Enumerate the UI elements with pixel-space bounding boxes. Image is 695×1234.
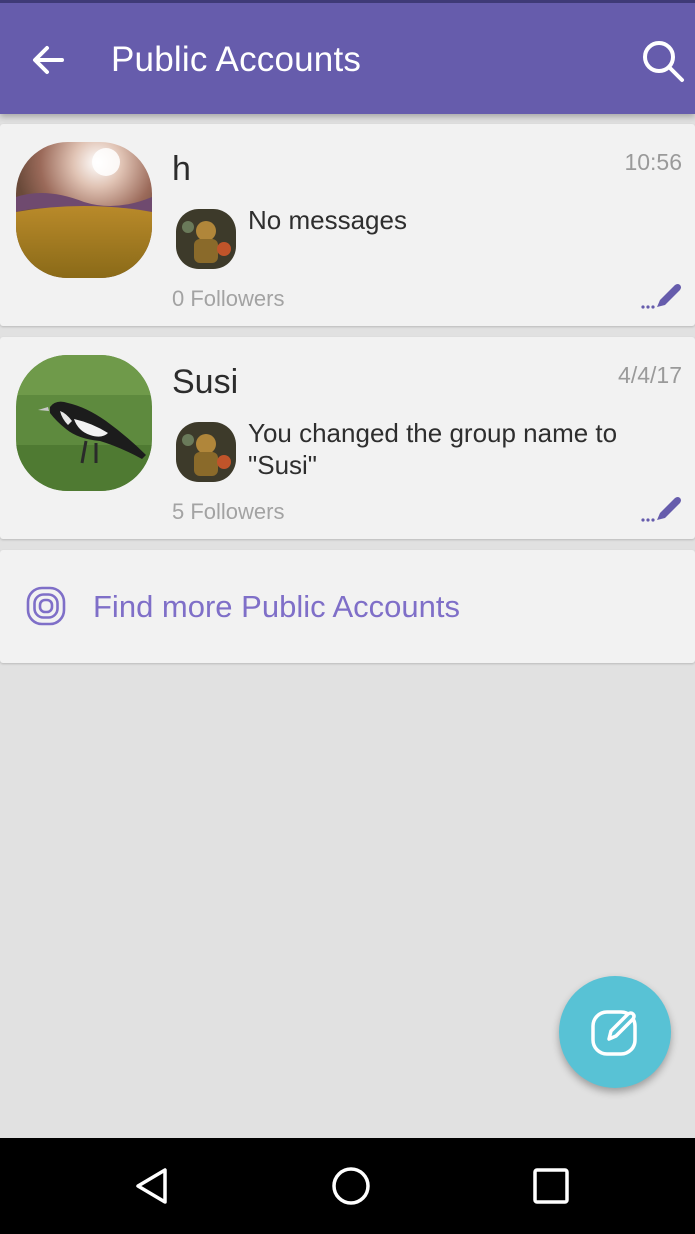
nav-back-icon [136,1168,167,1204]
app-bar: Public Accounts [0,0,695,114]
search-icon [643,41,684,82]
account-avatar [16,142,152,278]
public-account-icon [26,586,66,626]
last-message: You changed the group name to "Susi" [248,418,618,480]
followers-count: 5 Followers [172,499,285,524]
account-row[interactable]: h 10:56 No messages 0 Followers [0,124,695,326]
compose-icon [591,1010,637,1056]
followers-count: 0 Followers [172,286,285,311]
find-more-label: Find more Public Accounts [93,589,461,624]
nav-recents-button[interactable] [529,1164,573,1208]
find-more-public-accounts[interactable]: Find more Public Accounts [0,550,695,663]
arrow-back-icon [33,46,64,74]
account-time: 4/4/17 [618,362,682,388]
back-button[interactable] [22,36,72,86]
account-time: 10:56 [624,149,682,175]
page-title: Public Accounts [111,40,362,79]
nav-home-icon [332,1167,370,1205]
sender-avatar [176,422,236,482]
edit-pencil-icon[interactable] [640,494,684,526]
nav-home-button[interactable] [329,1164,373,1208]
account-avatar [16,355,152,491]
edit-pencil-icon[interactable] [640,281,684,313]
account-row[interactable]: Susi 4/4/17 You changed the group name t… [0,337,695,539]
compose-button[interactable] [559,976,671,1088]
account-name: h [172,150,191,188]
last-message: No messages [248,205,407,235]
search-button[interactable] [638,36,688,86]
status-strip [0,0,695,3]
account-name: Susi [172,363,239,401]
nav-back-button[interactable] [130,1164,174,1208]
system-nav-bar [0,1138,695,1234]
sender-avatar [176,209,236,269]
nav-recents-icon [533,1168,569,1204]
